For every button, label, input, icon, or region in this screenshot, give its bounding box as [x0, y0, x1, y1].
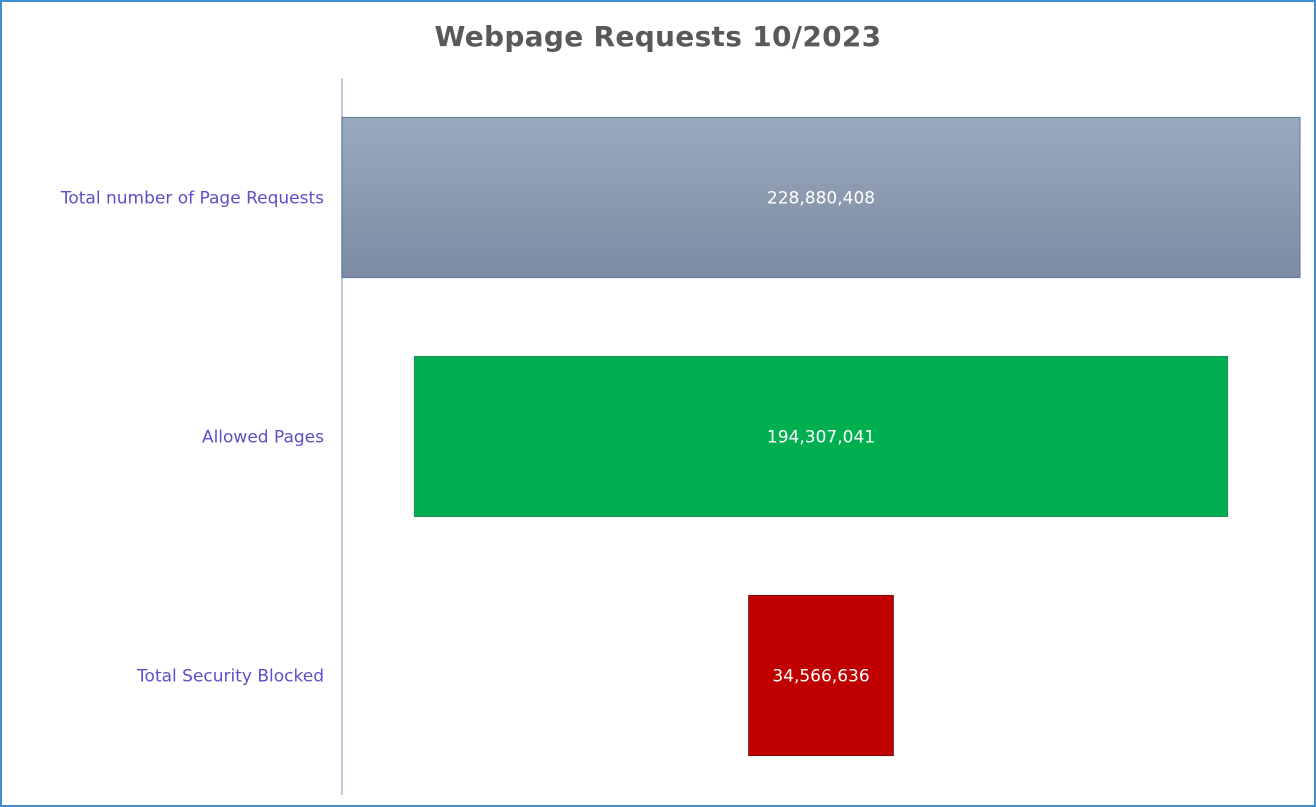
- value-label-0: 228,880,408: [767, 189, 875, 209]
- category-label-2: Total Security Blocked: [136, 667, 324, 687]
- category-label-0: Total number of Page Requests: [60, 189, 324, 209]
- funnel-chart: Total number of Page Requests Allowed Pag…: [60, 78, 1301, 795]
- value-label-2: 34,566,636: [772, 667, 869, 687]
- category-label-1: Allowed Pages: [202, 428, 324, 448]
- value-label-1: 194,307,041: [767, 428, 875, 448]
- category-labels-group: Total number of Page Requests Allowed Pag…: [60, 189, 324, 687]
